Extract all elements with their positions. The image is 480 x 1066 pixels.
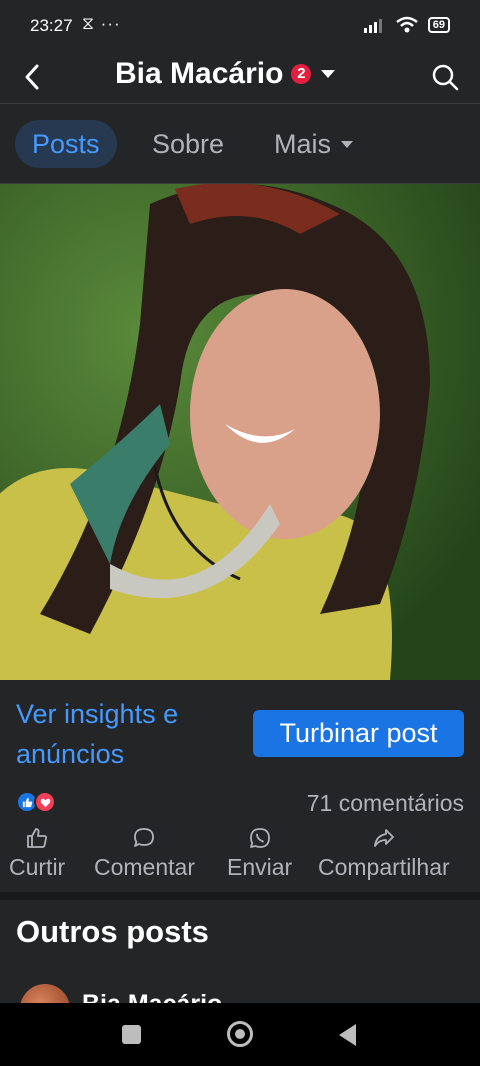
wifi-icon [395, 16, 418, 33]
whatsapp-icon [249, 828, 270, 848]
status-time: 23:27 [30, 16, 73, 35]
section-divider [0, 892, 480, 900]
status-right-icons: 69 [363, 16, 450, 34]
post-photo-illustration [0, 184, 480, 680]
tab-posts[interactable]: Posts [15, 120, 117, 168]
view-insights-line-2: anúncios [16, 739, 125, 769]
post-actions: Curtir Comentar Enviar Compartilhar [0, 826, 480, 892]
battery-icon: 69 [427, 17, 450, 33]
tab-sobre[interactable]: Sobre [152, 120, 224, 168]
profile-tabs: Posts Sobre Mais [0, 104, 480, 184]
other-posts-heading: Outros posts [16, 914, 209, 949]
like-label: Curtir [9, 854, 66, 880]
back-arrow-icon[interactable] [18, 62, 48, 92]
tab-mais[interactable]: Mais [274, 120, 354, 168]
system-nav-bar [0, 1003, 480, 1066]
love-reaction-icon [34, 791, 56, 813]
status-bar: 23:27 ⧖ ··· 69 [0, 0, 480, 52]
chevron-down-icon [321, 70, 336, 78]
post-photo[interactable] [0, 184, 480, 680]
back-triangle-icon[interactable] [339, 1024, 356, 1046]
like-button[interactable]: Curtir [9, 826, 65, 881]
home-icon[interactable] [227, 1021, 253, 1047]
recent-apps-icon[interactable] [122, 1025, 141, 1044]
comment-label: Comentar [94, 854, 195, 880]
page-title: Bia Macário [115, 57, 284, 90]
send-button[interactable]: Enviar [227, 826, 292, 881]
send-label: Enviar [227, 854, 293, 880]
chevron-down-icon [341, 140, 354, 148]
view-insights-link[interactable]: Ver insights e anúncios [16, 694, 236, 774]
status-notification-icons: ⧖ ··· [82, 14, 121, 33]
signal-icon [363, 19, 382, 33]
share-label: Compartilhar [318, 854, 450, 880]
comment-count[interactable]: 71 comentários [307, 790, 464, 817]
tab-mais-label: Mais [274, 129, 332, 159]
page-header: Bia Macário 2 [0, 52, 480, 104]
notification-badge: 2 [291, 64, 312, 84]
search-icon[interactable] [430, 62, 460, 92]
comment-button[interactable]: Comentar [94, 826, 195, 881]
comment-icon [134, 828, 155, 847]
like-icon [27, 828, 48, 848]
boost-post-button[interactable]: Turbinar post [253, 710, 464, 757]
share-button[interactable]: Compartilhar [318, 826, 450, 881]
view-insights-line-1: Ver insights e [16, 699, 179, 729]
profile-switcher[interactable]: Bia Macário 2 [115, 57, 336, 91]
reaction-summary[interactable] [16, 791, 56, 813]
share-icon [373, 829, 394, 847]
